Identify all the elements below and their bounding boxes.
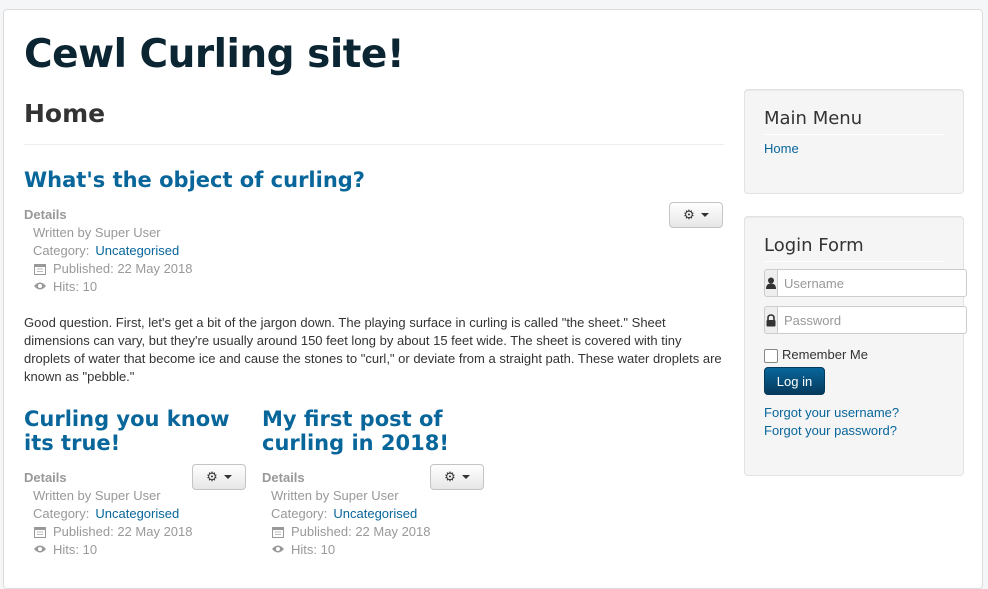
- login-form-module: Login Form Remember Me Log in Forgot you…: [744, 216, 967, 476]
- remember-me-label: Remember Me: [782, 347, 868, 362]
- article-title[interactable]: Curling you know its true!: [24, 407, 246, 455]
- article-body: Good question. First, let's get a bit of…: [24, 315, 722, 384]
- author: Written by Super User: [33, 225, 161, 240]
- chevron-down-icon: [700, 213, 709, 217]
- eye-icon: [33, 544, 47, 556]
- article-title[interactable]: My first post of curling in 2018!: [262, 407, 484, 455]
- article-actions-button[interactable]: ⚙: [192, 464, 246, 490]
- gear-icon: ⚙: [206, 469, 218, 484]
- eye-icon: [33, 281, 47, 293]
- site-title[interactable]: Cewl Curling site!: [24, 32, 405, 78]
- username-group: [764, 269, 967, 297]
- forgot-password-link[interactable]: Forgot your password?: [764, 423, 897, 438]
- page-title: Home: [24, 96, 724, 145]
- eye-icon: [271, 544, 285, 556]
- hits: Hits: 10: [24, 278, 724, 296]
- forgot-username-link[interactable]: Forgot your username?: [764, 405, 899, 420]
- published-date: Published: 22 May 2018: [24, 260, 724, 278]
- published-date: Published: 22 May 2018: [24, 523, 246, 541]
- calendar-icon: [271, 526, 285, 538]
- published-date: Published: 22 May 2018: [262, 523, 484, 541]
- article-leading: What's the object of curling? Details Wr…: [24, 168, 724, 386]
- remember-me-checkbox[interactable]: [764, 349, 778, 363]
- category-link[interactable]: Uncategorised: [95, 242, 179, 260]
- article-info: Details Written by Super User Category: U…: [24, 206, 724, 296]
- gear-icon: ⚙: [444, 469, 456, 484]
- chevron-down-icon: [223, 475, 232, 479]
- hits: Hits: 10: [262, 541, 484, 559]
- main-menu-title: Main Menu: [764, 106, 944, 135]
- category: Category: Uncategorised: [33, 505, 180, 523]
- calendar-icon: [33, 526, 47, 538]
- article-actions-button[interactable]: ⚙: [430, 464, 484, 490]
- category: Category: Uncategorised: [33, 242, 180, 260]
- password-input[interactable]: [778, 306, 967, 334]
- username-input[interactable]: [778, 269, 967, 297]
- login-button[interactable]: Log in: [764, 367, 825, 395]
- remember-me: Remember Me: [764, 346, 868, 363]
- gear-icon: ⚙: [683, 207, 695, 222]
- article-title[interactable]: What's the object of curling?: [24, 168, 724, 192]
- menu-item-home[interactable]: Home: [764, 141, 799, 156]
- article-actions-button[interactable]: ⚙: [669, 202, 723, 228]
- login-form-title: Login Form: [764, 233, 944, 262]
- category-link[interactable]: Uncategorised: [95, 505, 179, 523]
- password-group: [764, 306, 967, 334]
- hits: Hits: 10: [24, 541, 246, 559]
- lock-icon: [764, 306, 778, 334]
- chevron-down-icon: [461, 475, 470, 479]
- category-link[interactable]: Uncategorised: [333, 505, 417, 523]
- details-label: Details: [24, 207, 67, 222]
- main-menu-module: Main Menu Home: [744, 89, 964, 194]
- category: Category: Uncategorised: [271, 505, 418, 523]
- calendar-icon: [33, 263, 47, 275]
- main-content: Home: [24, 96, 724, 145]
- user-icon: [764, 269, 778, 297]
